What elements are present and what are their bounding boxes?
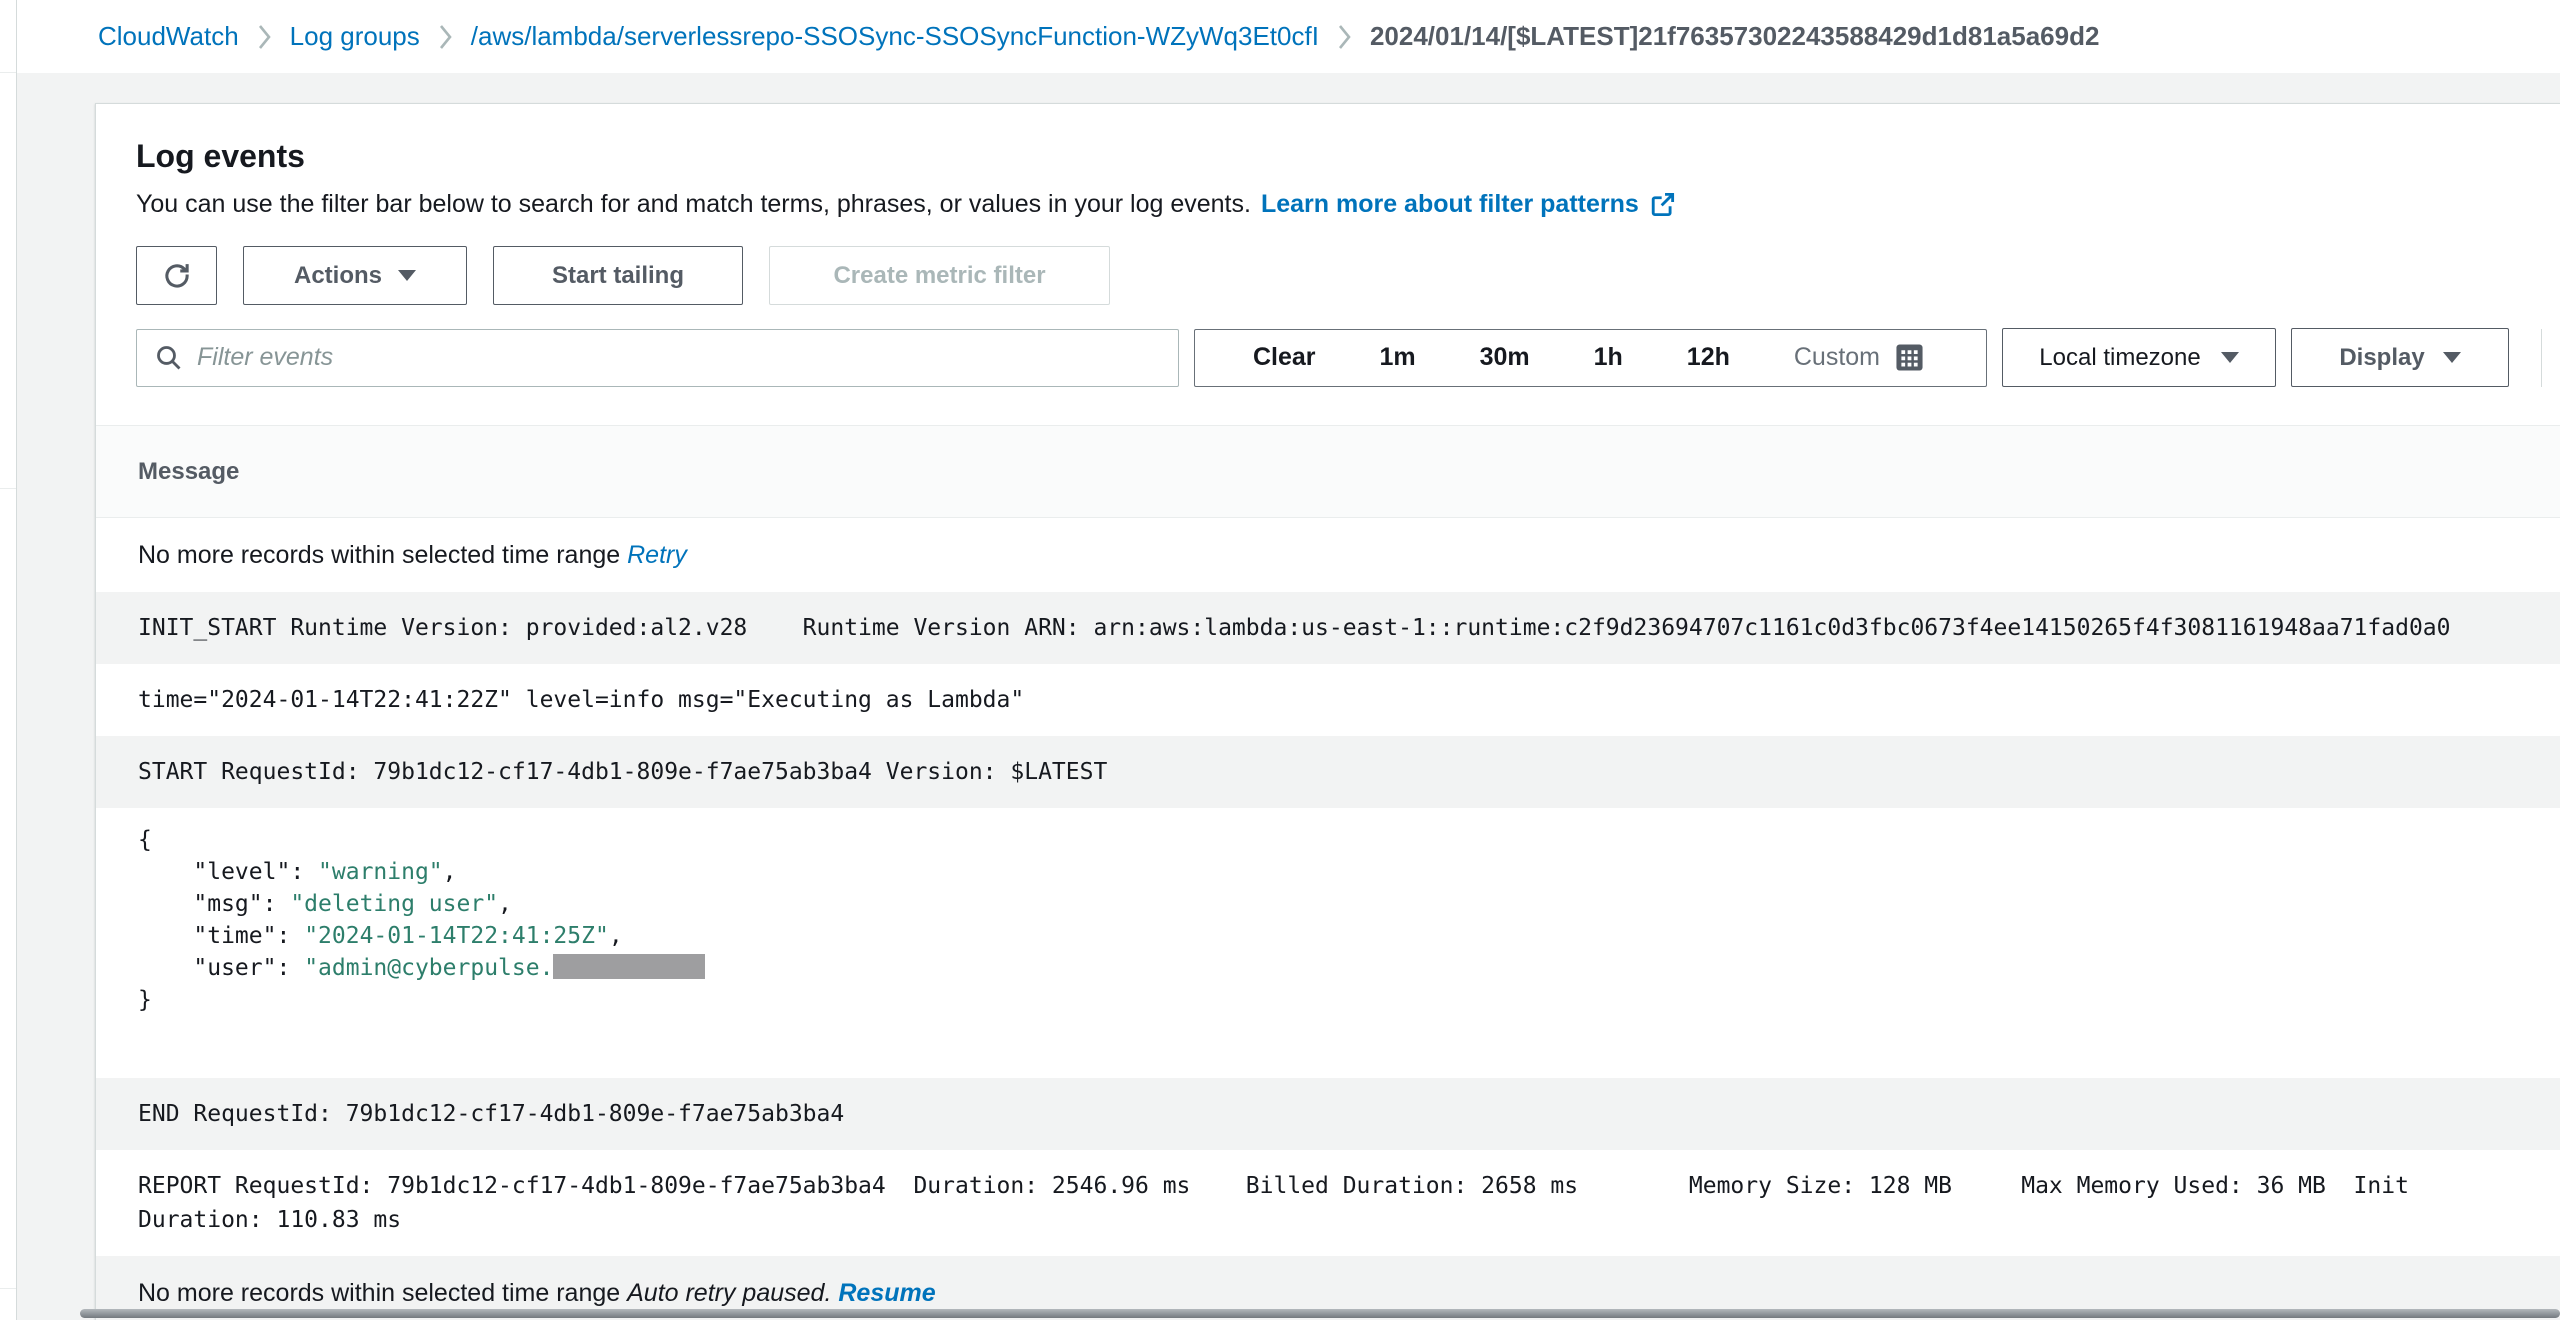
timezone-label: Local timezone <box>2039 344 2200 372</box>
search-icon <box>155 344 183 372</box>
collapsed-sidenav <box>0 0 17 1320</box>
notice-text: Auto retry paused. <box>627 1279 831 1307</box>
top-navigation-bar: CloudWatch Log groups/aws/lambda/serverle… <box>0 0 2560 73</box>
chevron-down-icon <box>2221 352 2239 363</box>
sidenav-divider <box>0 72 16 73</box>
log-row: START RequestId: 79b1dc12-cf17-4db1-809e… <box>96 736 2560 808</box>
create-metric-filter-button[interactable]: Create metric filter <box>769 246 1110 305</box>
chevron-down-icon <box>2443 352 2461 363</box>
start-tailing-button[interactable]: Start tailing <box>493 246 743 305</box>
json-entry: "user": "admin@cyberpulse.g <box>138 952 2545 984</box>
learn-more-label: Learn more about filter patterns <box>1261 190 1639 219</box>
cloudwatch-log-events-page: { "colors": { "link_blue": "#0073bb", "t… <box>0 0 2560 1320</box>
page-description: You can use the filter bar below to sear… <box>136 190 2535 219</box>
actions-label: Actions <box>294 262 382 290</box>
json-entry: "time": "2024-01-14T22:41:25Z", <box>138 920 2545 952</box>
json-close-brace: } <box>138 984 2545 1016</box>
actions-button[interactable]: Actions <box>243 246 467 305</box>
toolbar-divider <box>2541 329 2542 387</box>
create-metric-filter-label: Create metric filter <box>833 262 1045 290</box>
display-dropdown[interactable]: Display <box>2291 328 2509 387</box>
refresh-button[interactable] <box>136 246 217 305</box>
filter-events-input[interactable] <box>197 343 1160 372</box>
refresh-icon <box>161 260 193 292</box>
log-events-list: No more records within selected time ran… <box>96 518 2560 1320</box>
learn-more-link[interactable]: Learn more about filter patterns <box>1261 190 1676 219</box>
json-log-row: { "level": "warning", "msg": "deleting u… <box>96 808 2560 1078</box>
log-row: REPORT RequestId: 79b1dc12-cf17-4db1-809… <box>96 1150 2560 1256</box>
breadcrumb: CloudWatch Log groups/aws/lambda/serverle… <box>98 21 2099 52</box>
timezone-dropdown[interactable]: Local timezone <box>2002 328 2276 387</box>
filter-events-box <box>136 329 1179 387</box>
json-entry: "level": "warning", <box>138 856 2545 888</box>
time-range-custom[interactable]: Custom <box>1794 343 1924 372</box>
toolbar: Actions Start tailing Create metric filt… <box>136 246 2560 305</box>
retry-link[interactable]: Retry <box>627 541 687 569</box>
breadcrumb-link[interactable]: /aws/lambda/serverlessrepo-SSOSync-SSOSy… <box>471 21 1319 52</box>
breadcrumb-chevron-icon <box>257 23 272 51</box>
sidenav-divider <box>0 1288 16 1289</box>
breadcrumb-chevron-icon <box>1337 23 1352 51</box>
custom-label: Custom <box>1794 343 1880 372</box>
calendar-icon <box>1895 343 1924 372</box>
time-range-option-clear[interactable]: Clear <box>1253 343 1316 372</box>
page-title: Log events <box>136 138 2535 175</box>
breadcrumb-link[interactable]: CloudWatch <box>98 21 239 52</box>
start-tailing-label: Start tailing <box>552 262 684 290</box>
time-range-option-12h[interactable]: 12h <box>1687 343 1730 372</box>
redaction-box: g <box>553 954 705 979</box>
description-text: You can use the filter bar below to sear… <box>136 190 1251 219</box>
log-row: END RequestId: 79b1dc12-cf17-4db1-809e-f… <box>96 1078 2560 1150</box>
json-entry: "msg": "deleting user", <box>138 888 2545 920</box>
notice-row: No more records within selected time ran… <box>96 518 2560 592</box>
log-events-panel: Log events You can use the filter bar be… <box>95 103 2560 1320</box>
json-open-brace: { <box>138 824 2545 856</box>
display-label: Display <box>2339 344 2424 372</box>
horizontal-scrollbar-thumb[interactable] <box>80 1309 2560 1318</box>
time-range-option-30m[interactable]: 30m <box>1480 343 1530 372</box>
log-row: time="2024-01-14T22:41:22Z" level=info m… <box>96 664 2560 736</box>
message-column-header: Message <box>138 458 239 486</box>
breadcrumb-current-page: 2024/01/14/[$LATEST]21f76357302243588429… <box>1370 21 2100 52</box>
breadcrumb-link[interactable]: Log groups <box>290 21 420 52</box>
sidenav-divider <box>0 488 16 489</box>
notice-text: No more records within selected time ran… <box>138 541 627 569</box>
filter-bar: Clear 1m 30m 1h 12h Custom Local timezone Dis… <box>136 328 2560 387</box>
time-range-option-1h[interactable]: 1h <box>1594 343 1623 372</box>
log-row: INIT_START Runtime Version: provided:al2… <box>96 592 2560 664</box>
time-range-option-1m[interactable]: 1m <box>1380 343 1416 372</box>
breadcrumb-chevron-icon <box>438 23 453 51</box>
panel-header: Log events You can use the filter bar be… <box>96 104 2560 219</box>
chevron-down-icon <box>398 270 416 281</box>
table-header-row: Message <box>96 425 2560 518</box>
resume-link[interactable]: Resume <box>838 1279 935 1307</box>
time-range-control: Clear 1m 30m 1h 12h Custom <box>1194 329 1987 387</box>
notice-text: No more records within selected time ran… <box>138 1279 627 1307</box>
external-link-icon <box>1649 191 1676 218</box>
